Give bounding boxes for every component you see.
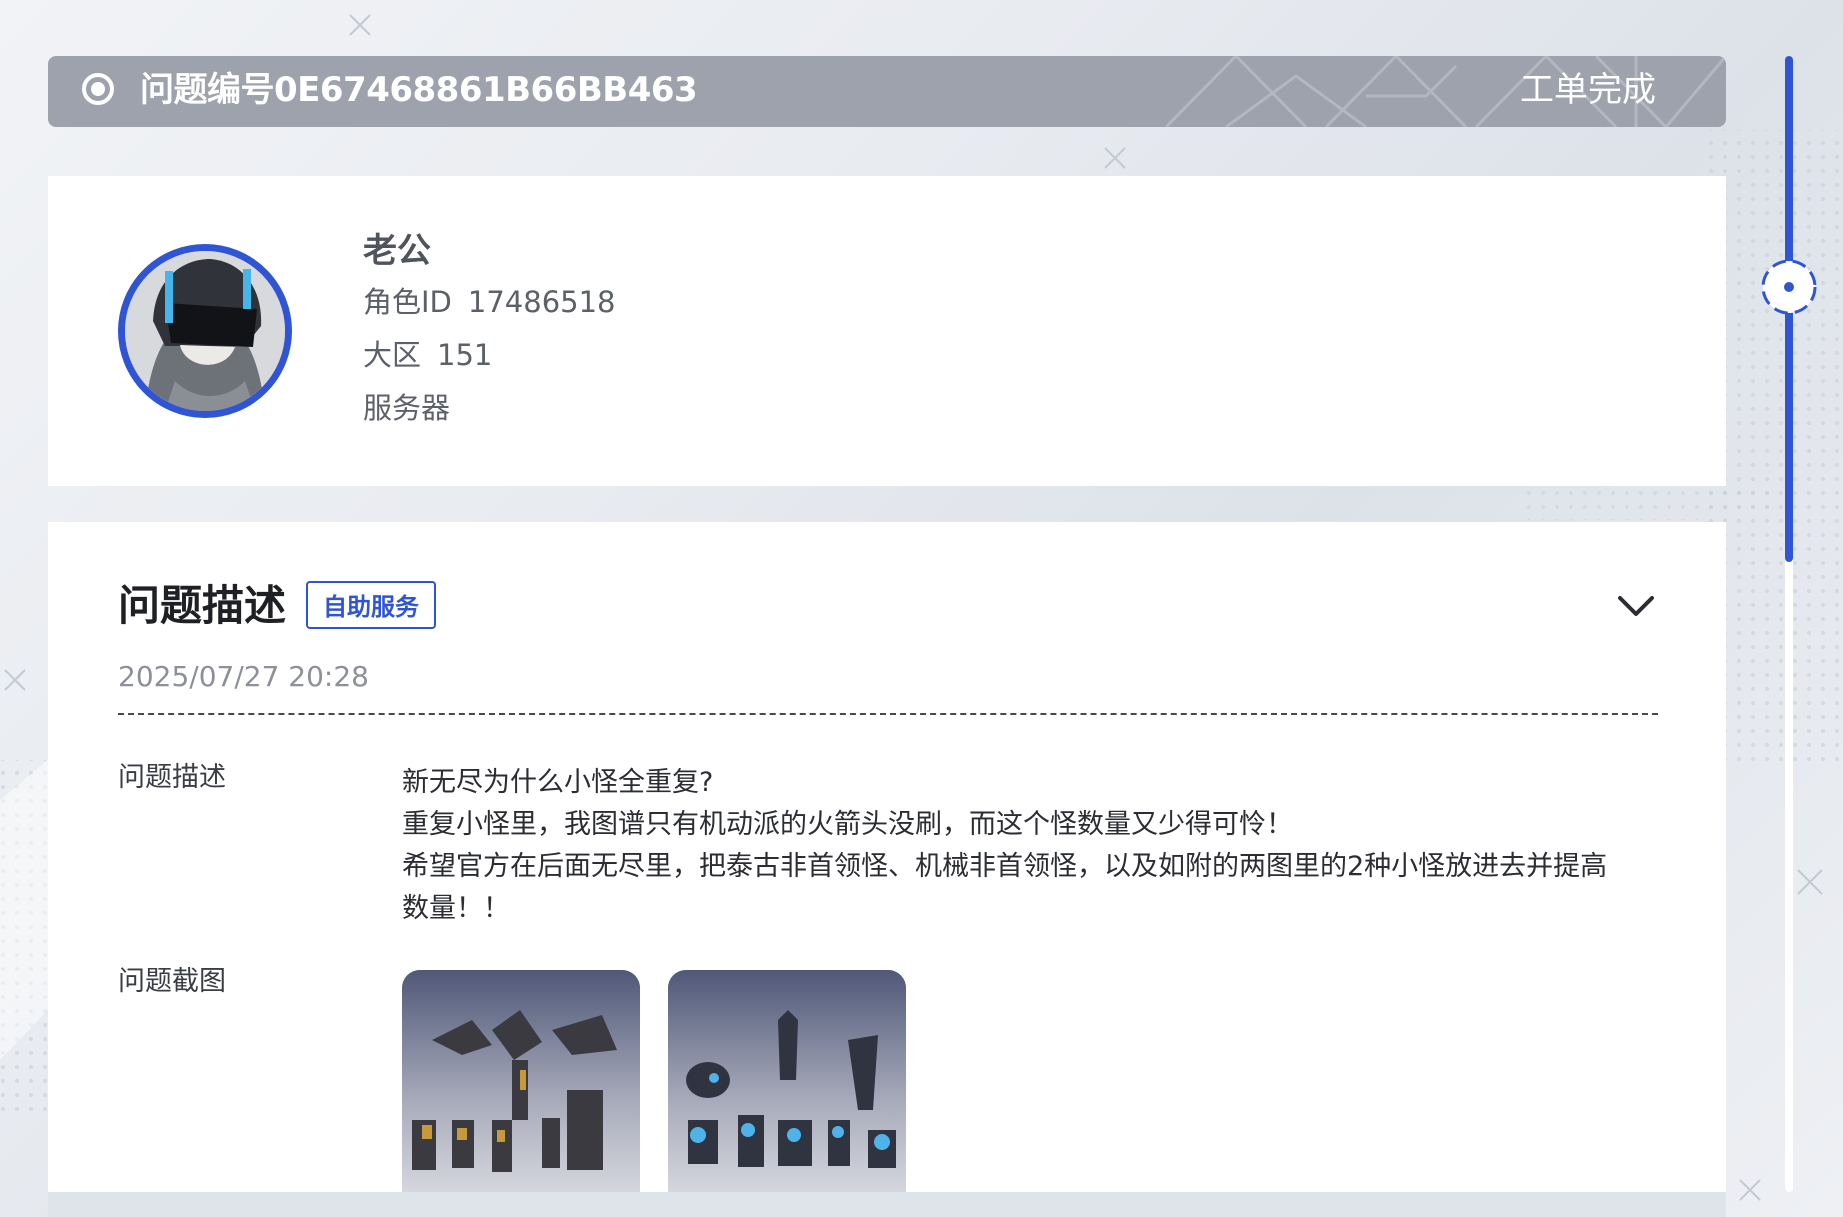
avatar [118, 244, 292, 418]
ticket-status: 工单完成 [1520, 70, 1656, 110]
description-title: 问题描述 [118, 581, 287, 630]
description-card: 问题描述 自助服务 2025/07/27 20:28 问题描述 新无尽为什么小怪… [48, 522, 1726, 1192]
description-line: 数量！！ [402, 893, 510, 924]
ticket-id: 问题编号0E67468861B66BB463 [140, 70, 698, 110]
region-value: 151 [437, 338, 493, 372]
description-line: 希望官方在后面无尽里，把泰古非首领怪、机械非首领怪，以及如附的两图里的2种小怪放… [402, 851, 1608, 882]
description-date: 2025/07/27 20:28 [118, 660, 369, 693]
screenshot-image [402, 970, 640, 1192]
self-service-badge: 自助服务 [306, 581, 436, 629]
description-field-label: 问题描述 [118, 762, 226, 793]
avatar-image [125, 251, 285, 411]
role-id-value: 17486518 [467, 285, 616, 319]
region-label: 大区 [363, 338, 422, 372]
profile-info: 老公 角色ID 17486518 大区 151 服务器 [363, 226, 616, 435]
screenshot-thumbnail[interactable] [402, 970, 640, 1192]
screenshot-image [668, 970, 906, 1192]
scroll-handle-icon[interactable] [1756, 254, 1822, 320]
server-row: 服务器 [363, 382, 616, 435]
server-label: 服务器 [363, 391, 451, 425]
description-text: 新无尽为什么小怪全重复? 重复小怪里，我图谱只有机动派的火箭头没刷，而这个怪数量… [402, 762, 1672, 930]
region-row: 大区 151 [363, 329, 616, 382]
radio-selected-icon [82, 73, 114, 105]
role-id-row: 角色ID 17486518 [363, 276, 616, 329]
role-id-label: 角色ID [363, 285, 452, 319]
description-line: 重复小怪里，我图谱只有机动派的火箭头没刷，而这个怪数量又少得可怜！ [402, 809, 1293, 840]
ticket-header: 问题编号0E67468861B66BB463 工单完成 [48, 56, 1726, 127]
profile-card: 老公 角色ID 17486518 大区 151 服务器 [48, 176, 1726, 486]
screenshot-thumbnail[interactable] [668, 970, 906, 1192]
divider [118, 713, 1658, 715]
screenshot-field-label: 问题截图 [118, 966, 226, 997]
profile-name: 老公 [363, 231, 431, 271]
description-line: 新无尽为什么小怪全重复? [402, 767, 714, 798]
chevron-down-icon[interactable] [1616, 592, 1656, 620]
